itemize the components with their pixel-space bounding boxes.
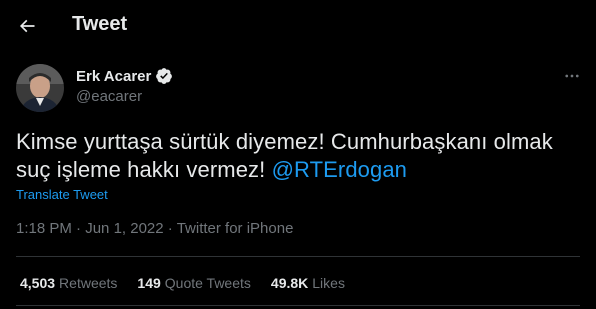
likes-label: Likes: [312, 275, 345, 291]
more-horizontal-icon: [565, 74, 579, 78]
avatar[interactable]: [16, 64, 64, 112]
quote-tweets-count: 149: [137, 275, 161, 291]
retweets-label: Retweets: [59, 275, 118, 291]
author-handle[interactable]: @eacarer: [76, 88, 142, 105]
retweets-count: 4,503: [20, 275, 56, 291]
author-name: Erk Acarer: [76, 67, 152, 85]
divider: [16, 256, 580, 257]
tweet-time[interactable]: 1:18 PM: [16, 220, 72, 237]
verified-badge-icon: [156, 68, 173, 84]
divider: [16, 305, 580, 306]
separator: ·: [76, 220, 82, 237]
tweet-source[interactable]: Twitter for iPhone: [177, 220, 294, 237]
likes-stat[interactable]: 49.8K Likes: [271, 275, 345, 291]
separator: ·: [167, 220, 173, 237]
page-header: Tweet: [0, 0, 596, 52]
quote-tweets-stat[interactable]: 149 Quote Tweets: [137, 275, 251, 291]
retweets-stat[interactable]: 4,503 Retweets: [20, 275, 117, 291]
author-name-link[interactable]: Erk Acarer: [76, 67, 173, 85]
translate-tweet-link[interactable]: Translate Tweet: [16, 187, 108, 202]
tweet-date[interactable]: Jun 1, 2022: [85, 220, 163, 237]
page-title: Tweet: [72, 13, 128, 35]
likes-count: 49.8K: [270, 275, 309, 291]
quote-tweets-label: Quote Tweets: [164, 275, 251, 291]
arrow-left-icon: [19, 19, 35, 33]
mention-link[interactable]: @RTErdogan: [272, 157, 407, 182]
tweet-text: Kimse yurttaşa sürtük diyemez! Cumhurbaş…: [16, 128, 580, 184]
more-options-button[interactable]: [558, 64, 586, 88]
avatar-image: [16, 64, 64, 112]
tweet-stats: 4,503 Retweets 149 Quote Tweets 49.8K Likes: [20, 275, 345, 291]
back-button[interactable]: [10, 9, 44, 43]
tweet-metadata: 1:18 PM · Jun 1, 2022 · Twitter for iPho…: [16, 220, 293, 237]
